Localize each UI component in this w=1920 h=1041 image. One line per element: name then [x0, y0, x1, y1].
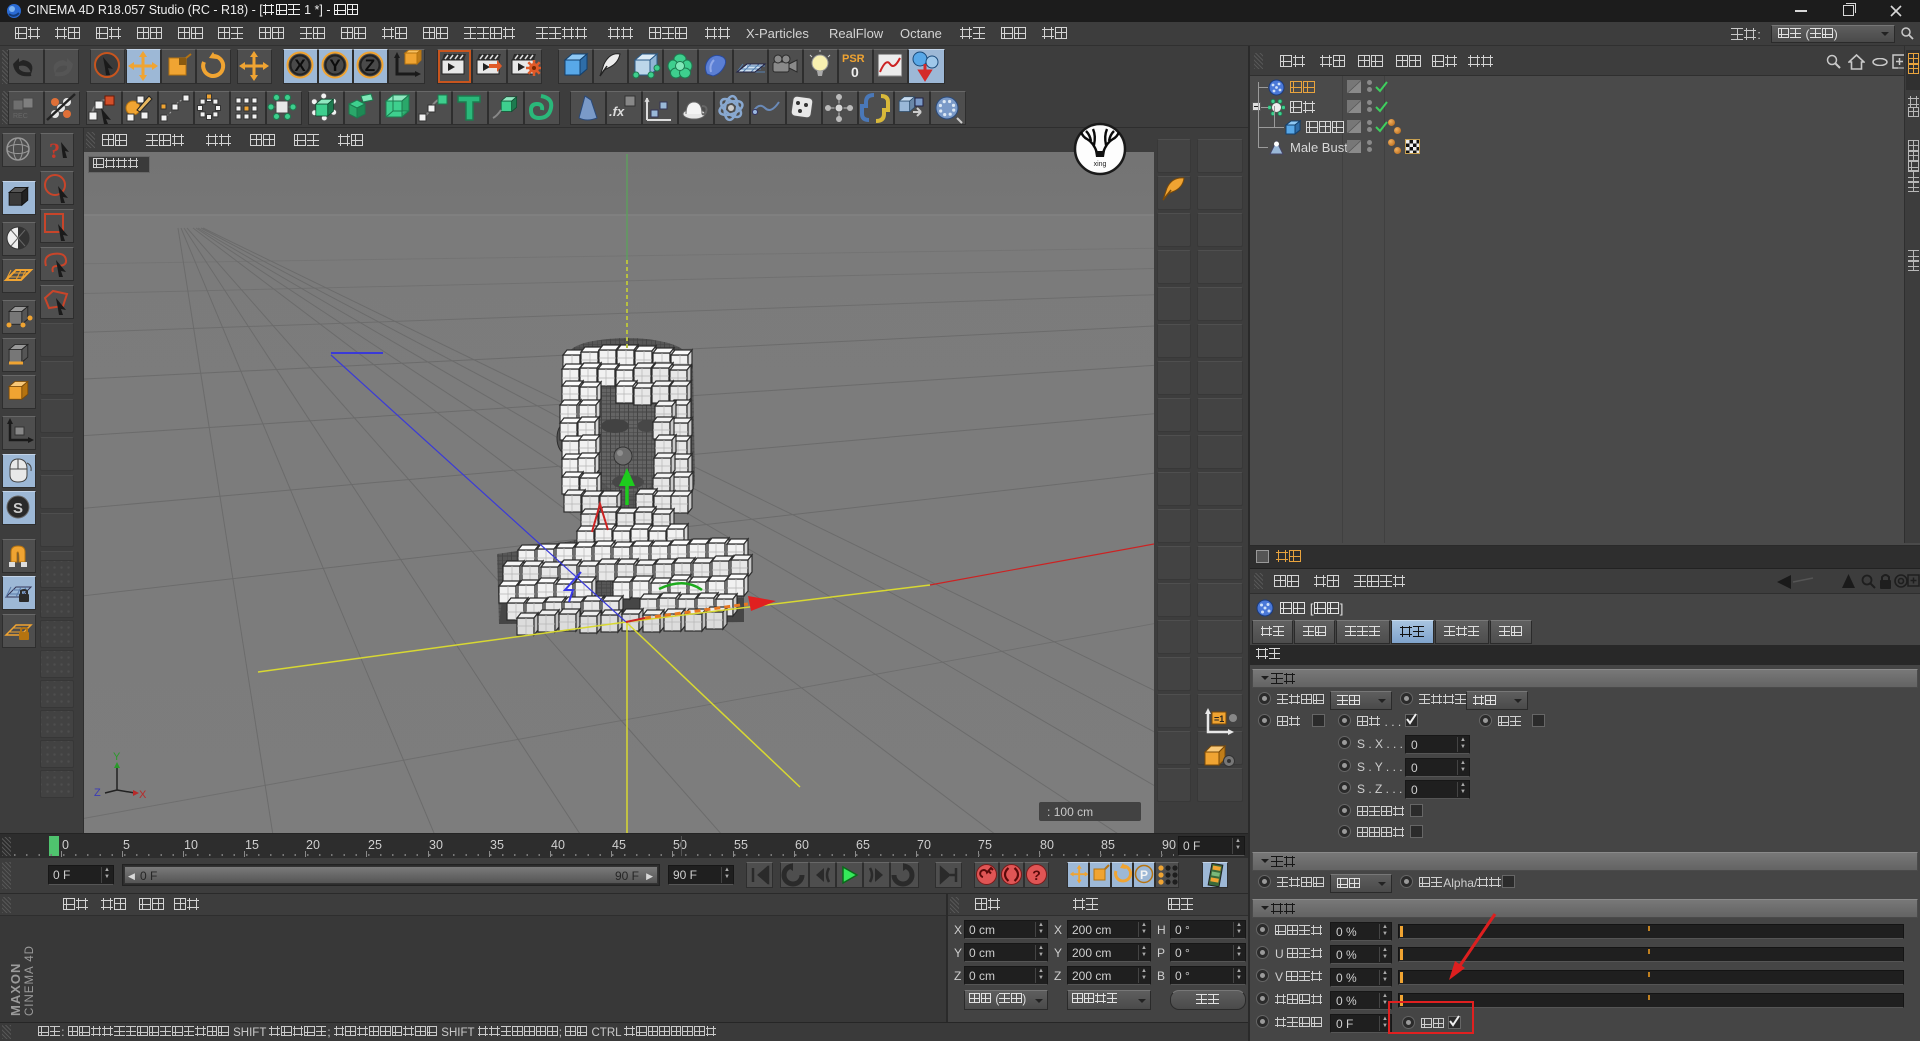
svg-text:0: 0: [851, 64, 859, 80]
svg-text:X: X: [294, 56, 306, 75]
svg-text:: 100 cm: : 100 cm: [1047, 805, 1093, 819]
svg-text:Y: Y: [113, 751, 121, 763]
svg-text:Y: Y: [329, 56, 341, 75]
svg-text:X: X: [139, 789, 147, 801]
svg-text:.fx: .fx: [609, 104, 625, 119]
svg-text:REC: REC: [13, 113, 28, 120]
svg-text:?: ?: [1032, 867, 1041, 883]
svg-text:?: ?: [49, 138, 60, 163]
svg-text:Z: Z: [94, 787, 101, 799]
svg-text:Z: Z: [365, 56, 375, 75]
svg-text:=1: =1: [1214, 714, 1224, 724]
svg-text:S: S: [13, 500, 23, 517]
svg-text:P: P: [1140, 868, 1148, 882]
svg-text:xing: xing: [1094, 161, 1107, 168]
